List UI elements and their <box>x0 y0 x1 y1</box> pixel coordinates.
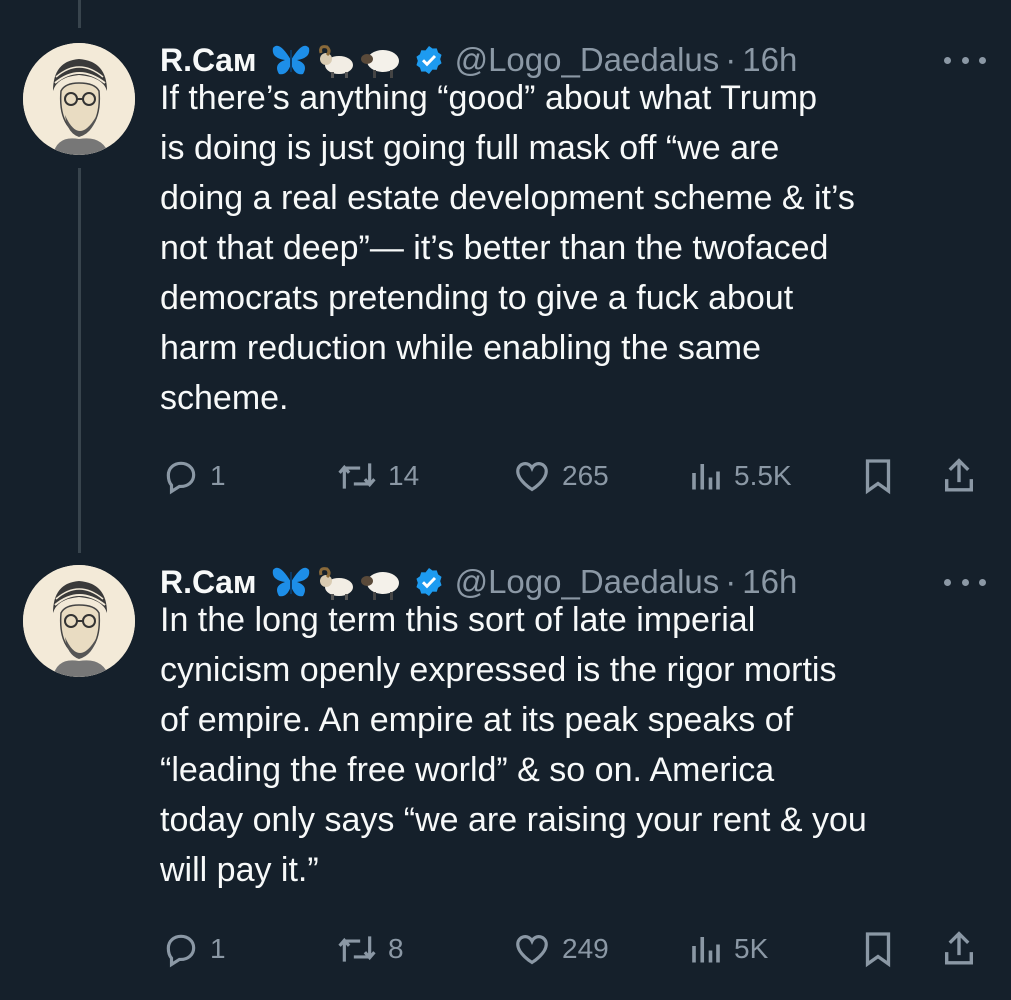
view-count: 5K <box>734 933 769 964</box>
avatar-image <box>23 565 135 677</box>
tweet-text: In the long term this sort of late imper… <box>160 595 990 895</box>
tweet-text-line: scheme. <box>160 379 289 417</box>
share-icon <box>945 458 973 492</box>
views-icon <box>692 464 720 490</box>
thread-line-top <box>78 0 81 28</box>
reply-button[interactable]: 1 <box>162 924 226 974</box>
heart-icon <box>516 935 548 965</box>
reply-count: 1 <box>210 460 226 491</box>
tweet[interactable]: R.Cам @Logo_Daedalus · 16h If there’s an… <box>0 35 1011 505</box>
tweet-text-line: today only says “we are raising your ren… <box>160 801 867 839</box>
more-options-icon[interactable] <box>944 45 986 75</box>
like-button[interactable]: 265 <box>512 451 609 501</box>
views-button[interactable]: 5K <box>688 924 768 974</box>
avatar-image <box>23 43 135 155</box>
tweet-actions: 1 14 265 5.5K <box>0 451 1011 501</box>
tweet-text-line: will pay it.” <box>160 851 319 889</box>
tweet-text-line: In the long term this sort of late imper… <box>160 601 756 639</box>
avatar[interactable] <box>23 43 135 155</box>
tweet-text-line: harm reduction while enabling the same <box>160 329 762 367</box>
tweet-text-line: of empire. An empire at its peak speaks … <box>160 701 794 739</box>
tweet-actions: 1 8 249 5K <box>0 924 1011 974</box>
heart-icon <box>516 462 548 492</box>
retweet-icon <box>338 936 376 962</box>
tweet-text-line: doing a real estate development scheme &… <box>160 179 855 217</box>
verified-badge-icon[interactable] <box>413 44 445 76</box>
bookmark-icon <box>865 459 891 495</box>
tweet-text-line: cynicism openly expressed is the rigor m… <box>160 651 837 689</box>
retweet-button[interactable]: 8 <box>336 924 404 974</box>
view-count: 5.5K <box>734 460 792 491</box>
views-button[interactable]: 5.5K <box>688 451 792 501</box>
share-icon <box>945 931 973 965</box>
reply-icon <box>166 461 196 495</box>
retweet-count: 14 <box>388 460 420 491</box>
avatar[interactable] <box>23 565 135 677</box>
reply-count: 1 <box>210 933 226 964</box>
like-count: 265 <box>562 460 609 491</box>
reply-icon <box>166 934 196 968</box>
more-options-icon[interactable] <box>944 567 986 597</box>
retweet-button[interactable]: 14 <box>336 451 419 501</box>
tweet-text-line: is doing is just going full mask off “we… <box>160 129 780 167</box>
like-count: 249 <box>562 933 609 964</box>
retweet-icon <box>338 463 376 489</box>
bookmark-button[interactable] <box>860 924 896 974</box>
like-button[interactable]: 249 <box>512 924 609 974</box>
verified-badge-icon[interactable] <box>413 566 445 598</box>
retweet-count: 8 <box>388 933 404 964</box>
tweet-text-line: “leading the free world” & so on. Americ… <box>160 751 775 789</box>
bookmark-icon <box>865 932 891 968</box>
reply-button[interactable]: 1 <box>162 451 226 501</box>
tweet[interactable]: R.Cам @Logo_Daedalus · 16h In the long t… <box>0 557 1011 997</box>
tweet-text: If there’s anything “good” about what Tr… <box>160 73 990 423</box>
tweet-text-line: democrats pretending to give a fuck abou… <box>160 279 794 317</box>
tweet-text-line: not that deep”— it’s better than the two… <box>160 229 829 267</box>
views-icon <box>692 937 720 963</box>
share-button[interactable] <box>940 451 978 501</box>
bookmark-button[interactable] <box>860 451 896 501</box>
share-button[interactable] <box>940 924 978 974</box>
tweet-text-line: If there’s anything “good” about what Tr… <box>160 79 818 117</box>
